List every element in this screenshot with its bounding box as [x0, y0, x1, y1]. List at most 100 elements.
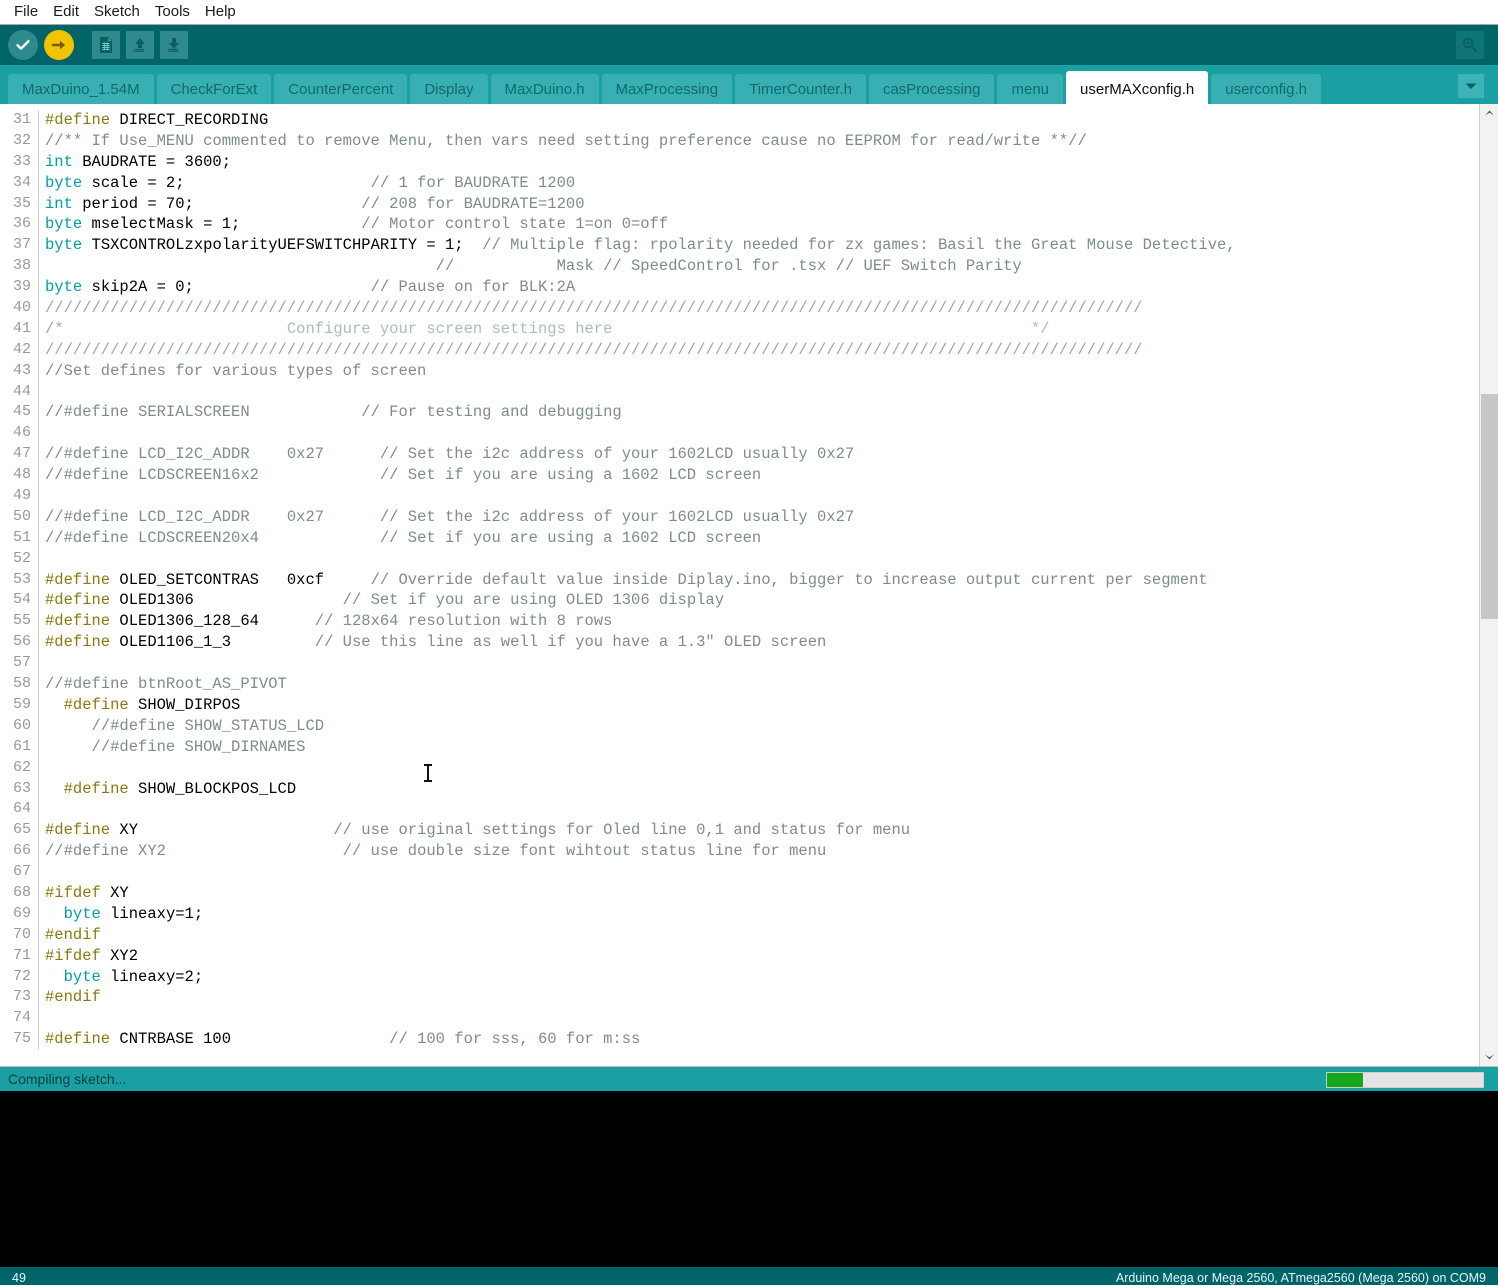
- save-sketch-button[interactable]: [160, 31, 188, 59]
- code-line-text: #endif: [45, 925, 101, 944]
- tab-maxduino-h[interactable]: MaxDuino.h: [490, 74, 599, 105]
- tab-usermaxconfig-h[interactable]: userMAXconfig.h: [1066, 71, 1209, 107]
- editor-area: 31 #define DIRECT_RECORDING 32 //** If Use_…: [0, 104, 1498, 1066]
- tab-list-dropdown-button[interactable]: [1458, 74, 1484, 98]
- code-editor[interactable]: 31 #define DIRECT_RECORDING 32 //** If Use_…: [0, 104, 1479, 1066]
- code-line: 35 int period = 70; // 208 for BAUDRATE=1…: [0, 193, 1479, 215]
- line-number: 58: [12, 675, 31, 693]
- compile-progress-bar: [1326, 1072, 1484, 1088]
- line-number: 42: [12, 340, 31, 358]
- gutter-separator: [38, 841, 39, 863]
- code-line-text: /* Configure your screen settings here *…: [45, 319, 1050, 338]
- line-number: 75: [12, 1030, 31, 1048]
- code-line: 73 #endif: [0, 987, 1479, 1009]
- scroll-up-button[interactable]: [1480, 104, 1498, 122]
- caret-up-icon: [1484, 110, 1494, 116]
- tab-timercounter-h[interactable]: TimerCounter.h: [735, 74, 866, 105]
- gutter-separator: [38, 799, 39, 821]
- code-line-text: byte TSXCONTROLzxpolarityUEFSWITCHPARITY…: [45, 236, 1236, 255]
- code-line-text: //#define LCDSCREEN16x2 // Set if you ar…: [45, 466, 762, 485]
- gutter-separator: [38, 653, 39, 675]
- line-number: 43: [12, 361, 31, 379]
- gutter-separator: [38, 235, 39, 257]
- gutter-separator: [38, 945, 39, 967]
- code-line: 75 #define CNTRBASE 100 // 100 for sss, 6…: [0, 1029, 1479, 1051]
- gutter-separator: [38, 715, 39, 737]
- gutter-separator: [38, 757, 39, 779]
- code-line-text: ////////////////////////////////////////…: [45, 340, 1143, 359]
- code-line: 68 #ifdef XY: [0, 882, 1479, 904]
- gutter-separator: [38, 151, 39, 173]
- code-line: 66 //#define XY2 // use double size font …: [0, 841, 1479, 863]
- code-line: 56 #define OLED1106_1_3 // Use this line …: [0, 632, 1479, 654]
- tab-display[interactable]: Display: [410, 74, 488, 105]
- code-line-text: #define SHOW_BLOCKPOS_LCD: [63, 779, 297, 798]
- editor-vertical-scrollbar[interactable]: [1479, 104, 1498, 1066]
- gutter-separator: [38, 820, 39, 842]
- serial-monitor-button[interactable]: [1456, 31, 1484, 59]
- code-line-text: byte skip2A = 0; // Pause on for BLK:2A: [45, 278, 576, 297]
- code-line: 58 //#define btnRoot_AS_PIVOT: [0, 674, 1479, 695]
- tab-maxduino-1-54m[interactable]: MaxDuino_1.54M: [8, 74, 154, 105]
- line-number: 57: [12, 654, 31, 672]
- code-line: 45 //#define SERIALSCREEN // For testing …: [0, 402, 1479, 424]
- tab-menu[interactable]: menu: [997, 74, 1064, 105]
- menu-item-tools[interactable]: Tools: [148, 1, 198, 23]
- console-output-pane[interactable]: [0, 1091, 1498, 1267]
- gutter-separator: [38, 590, 39, 612]
- gutter-separator: [38, 694, 39, 716]
- tab-casprocessing[interactable]: casProcessing: [868, 74, 995, 105]
- code-line: 37 byte TSXCONTROLzxpolarityUEFSWITCHPARI…: [0, 235, 1479, 257]
- code-line: 67: [0, 862, 1479, 883]
- upload-button[interactable]: [44, 30, 74, 60]
- code-line-text: int period = 70; // 208 for BAUDRATE=120…: [45, 194, 585, 213]
- open-sketch-button[interactable]: [126, 31, 154, 59]
- scroll-down-button[interactable]: [1480, 1048, 1498, 1066]
- code-line: 42 //////////////////////////////////////…: [0, 339, 1479, 361]
- code-line: 44: [0, 381, 1479, 403]
- tab-maxprocessing[interactable]: MaxProcessing: [601, 74, 733, 105]
- line-number: 63: [12, 779, 31, 797]
- code-line: 74: [0, 1008, 1479, 1030]
- gutter-separator: [38, 172, 39, 194]
- new-sketch-button[interactable]: [92, 31, 120, 59]
- code-line: 49: [0, 486, 1479, 507]
- menu-item-help[interactable]: Help: [198, 1, 244, 23]
- toolbar: [0, 25, 1498, 65]
- scrollbar-thumb[interactable]: [1481, 394, 1498, 619]
- tab-checkforext[interactable]: CheckForExt: [156, 74, 272, 105]
- code-line: 65 #define XY // use original settings fo…: [0, 820, 1479, 842]
- code-line: 40 //////////////////////////////////////…: [0, 298, 1479, 319]
- tab-userconfig-h[interactable]: userconfig.h: [1211, 74, 1321, 105]
- line-number: 73: [12, 988, 31, 1006]
- menu-item-sketch[interactable]: Sketch: [87, 1, 148, 23]
- menu-item-file[interactable]: File: [7, 1, 46, 23]
- tab-counterpercent[interactable]: CounterPercent: [274, 74, 408, 105]
- gutter-separator: [38, 569, 39, 591]
- gutter-separator: [38, 882, 39, 904]
- code-line-text: byte lineaxy=1;: [63, 904, 204, 923]
- code-line-text: //#define LCDSCREEN20x4 // Set if you ar…: [45, 528, 762, 547]
- code-line-text: //#define XY2 // use double size font wi…: [45, 842, 827, 861]
- chevron-down-icon: [1465, 83, 1477, 89]
- line-number: 56: [12, 633, 31, 651]
- verify-button[interactable]: [8, 30, 38, 60]
- line-number: 45: [12, 403, 31, 421]
- code-line-text: //#define SHOW_DIRNAMES: [91, 737, 306, 756]
- line-number: 61: [12, 737, 31, 755]
- code-line: 59 #define SHOW_DIRPOS: [0, 694, 1479, 716]
- code-line-text: int BAUDRATE = 3600;: [45, 152, 232, 171]
- gutter-separator: [38, 318, 39, 340]
- line-number: 62: [12, 758, 31, 776]
- code-line-text: #define DIRECT_RECORDING: [45, 111, 269, 129]
- code-line: 51 //#define LCDSCREEN20x4 // Set if you …: [0, 527, 1479, 549]
- line-number: 49: [12, 487, 31, 505]
- gutter-separator: [38, 548, 39, 570]
- line-number: 37: [12, 236, 31, 254]
- arrow-up-icon: [134, 38, 145, 52]
- arrow-down-icon: [168, 38, 179, 52]
- code-line-text: byte scale = 2; // 1 for BAUDRATE 1200: [45, 173, 576, 192]
- menu-item-edit[interactable]: Edit: [46, 1, 87, 23]
- code-line: 32 //** If Use_MENU commented to remove M…: [0, 130, 1479, 152]
- code-line: 36 byte mselectMask = 1; // Motor control…: [0, 214, 1479, 236]
